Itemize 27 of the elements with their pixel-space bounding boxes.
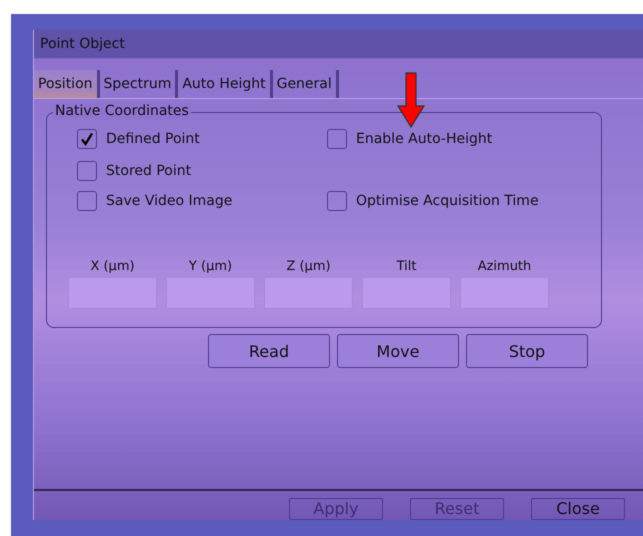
- window-title: Point Object: [34, 30, 643, 59]
- action-button[interactable]: Move: [337, 334, 459, 368]
- checkbox-label: Optimise Acquisition Time: [356, 193, 539, 209]
- action-button[interactable]: Read: [208, 334, 330, 368]
- tab[interactable]: Position: [34, 70, 100, 98]
- tab[interactable]: General: [272, 70, 339, 98]
- field-label: Y (µm): [188, 259, 232, 274]
- field-label: Tilt: [396, 259, 416, 274]
- tab[interactable]: Auto Height: [178, 70, 273, 98]
- checkmark-icon: [80, 132, 94, 146]
- checkbox[interactable]: [77, 161, 97, 181]
- arrow-icon: [397, 72, 425, 128]
- tab[interactable]: Spectrum: [100, 70, 178, 98]
- checkbox-label: Enable Auto-Height: [356, 131, 492, 147]
- field-label: X (µm): [90, 259, 135, 274]
- footer-button[interactable]: Close: [531, 498, 625, 520]
- action-button[interactable]: Stop: [466, 334, 588, 368]
- checkbox[interactable]: [327, 191, 347, 211]
- field-label: Z (µm): [286, 259, 331, 274]
- group-title: Native Coordinates: [53, 103, 191, 119]
- checkbox[interactable]: [327, 129, 347, 149]
- checkbox-label: Defined Point: [106, 131, 200, 147]
- checkbox[interactable]: [77, 129, 97, 149]
- field-label: Azimuth: [478, 259, 532, 274]
- checkbox-label: Save Video Image: [106, 193, 232, 209]
- checkbox-label: Stored Point: [106, 163, 192, 179]
- checkbox[interactable]: [77, 191, 97, 211]
